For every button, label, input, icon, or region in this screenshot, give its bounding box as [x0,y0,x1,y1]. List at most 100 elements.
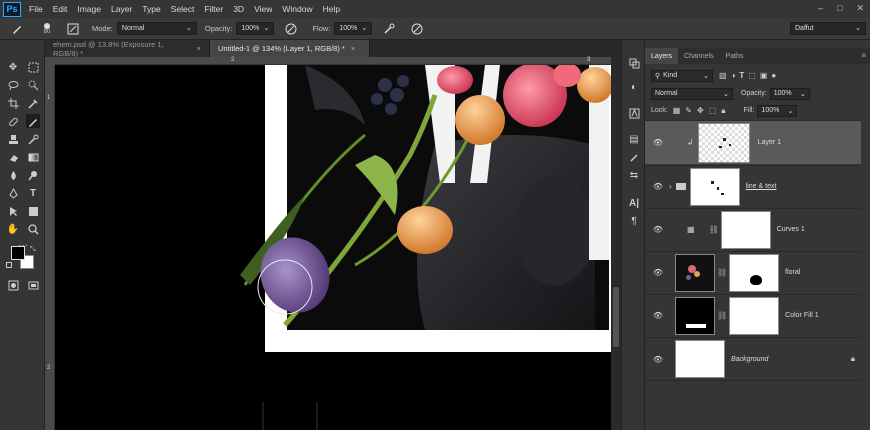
swap-colors-icon[interactable]: ⤡ [30,246,36,254]
brush-panel-toggle-icon[interactable] [66,22,80,36]
expand-group-icon[interactable]: › [669,182,672,191]
layer-row-floral[interactable]: 👁︎ ⛓︎ floral [645,251,861,293]
menu-window[interactable]: Window [277,4,317,14]
document-canvas[interactable] [55,65,611,430]
swatches-panel-icon[interactable]: ◐ [627,80,641,94]
close-icon[interactable]: × [351,44,355,53]
menu-help[interactable]: Help [318,4,345,14]
menu-file[interactable]: File [24,4,48,14]
tab-paths[interactable]: Paths [720,48,750,64]
type-panel-icon[interactable]: A| [627,196,641,210]
tab-channels[interactable]: Channels [678,48,720,64]
maximize-icon[interactable]: □ [837,3,842,14]
lock-artboard-icon[interactable]: ⬚ [709,106,717,115]
gradient-tool-icon[interactable] [26,150,40,164]
opacity-field[interactable]: 100% ⌄ [236,22,275,35]
filter-shape-icon[interactable]: ⬚ [748,71,756,80]
visibility-eye-icon[interactable]: 👁︎ [651,182,665,191]
screen-mode-icon[interactable] [26,278,40,292]
pressure-opacity-icon[interactable] [284,22,298,36]
layer-mask-thumbnail[interactable] [720,210,771,249]
filter-toggle-icon[interactable]: ● [771,71,776,80]
filter-smart-object-icon[interactable]: ▣ [760,71,768,80]
airbrush-icon[interactable] [382,22,396,36]
filter-type-icon[interactable]: T [739,71,744,80]
workspace-select[interactable]: Daffut ⌄ [790,22,866,35]
scrollbar-thumb[interactable] [613,287,619,347]
quick-mask-icon[interactable] [6,278,20,292]
tab-layers[interactable]: Layers [645,48,679,64]
mode-select[interactable]: Normal ⌄ [116,22,197,35]
pen-tool-icon[interactable] [6,186,20,200]
menu-layer[interactable]: Layer [106,4,137,14]
lasso-tool-icon[interactable] [6,78,20,92]
marquee-tool-icon[interactable] [26,60,40,74]
layer-name[interactable]: Background [731,356,768,363]
lock-position-icon[interactable]: ✥ [697,106,704,115]
menu-edit[interactable]: Edit [48,4,73,14]
visibility-eye-icon[interactable]: 👁︎ [651,268,665,277]
quick-select-tool-icon[interactable] [26,78,40,92]
adjustments-panel-icon[interactable]: ▤ [627,132,641,146]
layer-row-background[interactable]: 👁︎ Background 🔒︎ [645,337,861,381]
menu-3d[interactable]: 3D [228,4,249,14]
lock-image-icon[interactable]: ✎ [685,106,692,115]
hand-tool-icon[interactable]: ✋ [6,222,20,236]
minimize-icon[interactable]: – [818,3,823,14]
layer-name[interactable]: floral [785,269,800,276]
zoom-tool-icon[interactable] [26,222,40,236]
crop-tool-icon[interactable] [6,96,20,110]
visibility-eye-icon[interactable]: 👁︎ [651,138,665,147]
eyedropper-tool-icon[interactable] [26,96,40,110]
layer-row-layer-1[interactable]: 👁︎ ↲ Layer 1 [645,120,861,164]
dodge-tool-icon[interactable] [26,168,40,182]
layer-mask-thumbnail[interactable] [729,253,780,292]
character-panel-icon[interactable] [627,106,641,120]
default-colors-icon[interactable] [6,262,12,268]
layer-row-line-text[interactable]: 👁︎ › line & text [645,165,861,207]
foreground-color-swatch[interactable] [11,246,25,260]
fill-thumbnail[interactable] [675,296,715,335]
brush-preset-picker[interactable]: 80 [38,22,56,36]
lock-all-icon[interactable]: 🔒︎ [721,106,725,116]
visibility-eye-icon[interactable]: 👁︎ [651,225,665,234]
healing-brush-tool-icon[interactable] [6,114,20,128]
layer-opacity-field[interactable]: 100% ⌄ [769,87,810,100]
path-select-tool-icon[interactable] [6,204,20,218]
eraser-tool-icon[interactable] [6,150,20,164]
blend-mode-select[interactable]: Normal ⌄ [651,87,733,100]
tab-untitled-1[interactable]: Untitled-1 @ 134% (Layer 1, RGB/8) * × [210,40,370,57]
layer-name[interactable]: Color Fill 1 [785,312,818,319]
menu-view[interactable]: View [249,4,277,14]
fill-field[interactable]: 100% ⌄ [757,104,798,117]
filter-pixel-icon[interactable]: ▧ [719,71,727,80]
ruler-origin[interactable] [45,57,55,65]
move-tool-icon[interactable]: ✥ [6,60,20,74]
filter-adjustment-icon[interactable]: ◑ [731,71,736,80]
history-panel-icon[interactable] [627,56,641,70]
layer-mask-thumbnail[interactable] [729,296,780,335]
brush-tool-icon[interactable] [26,114,40,128]
layer-row-curves-1[interactable]: 👁︎ ▦ ⛓︎ Curves 1 [645,208,861,250]
paragraph-panel-icon[interactable]: ¶ [627,214,641,228]
clone-stamp-tool-icon[interactable] [6,132,20,146]
layer-name[interactable]: line & text [746,183,777,190]
menu-select[interactable]: Select [166,4,200,14]
layer-name[interactable]: Layer 1 [758,139,781,146]
layer-row-color-fill-1[interactable]: 👁︎ ⛓︎ Color Fill 1 [645,294,861,336]
pressure-size-icon[interactable] [410,22,424,36]
shape-tool-icon[interactable] [26,204,40,218]
properties-panel-icon[interactable]: ⇆ [627,168,641,182]
visibility-eye-icon[interactable]: 👁︎ [651,311,665,320]
visibility-eye-icon[interactable]: 👁︎ [651,355,665,364]
brush-settings-panel-icon[interactable] [627,150,641,164]
vertical-scrollbar[interactable] [611,57,621,430]
panel-menu-icon[interactable]: ≡ [861,51,866,60]
type-tool-icon[interactable]: T [26,186,40,200]
blur-tool-icon[interactable] [6,168,20,182]
menu-image[interactable]: Image [72,4,106,14]
flow-field[interactable]: 100% ⌄ [334,22,373,35]
menu-type[interactable]: Type [137,4,165,14]
layer-name[interactable]: Curves 1 [777,226,805,233]
brush-tool-icon[interactable] [10,22,24,36]
